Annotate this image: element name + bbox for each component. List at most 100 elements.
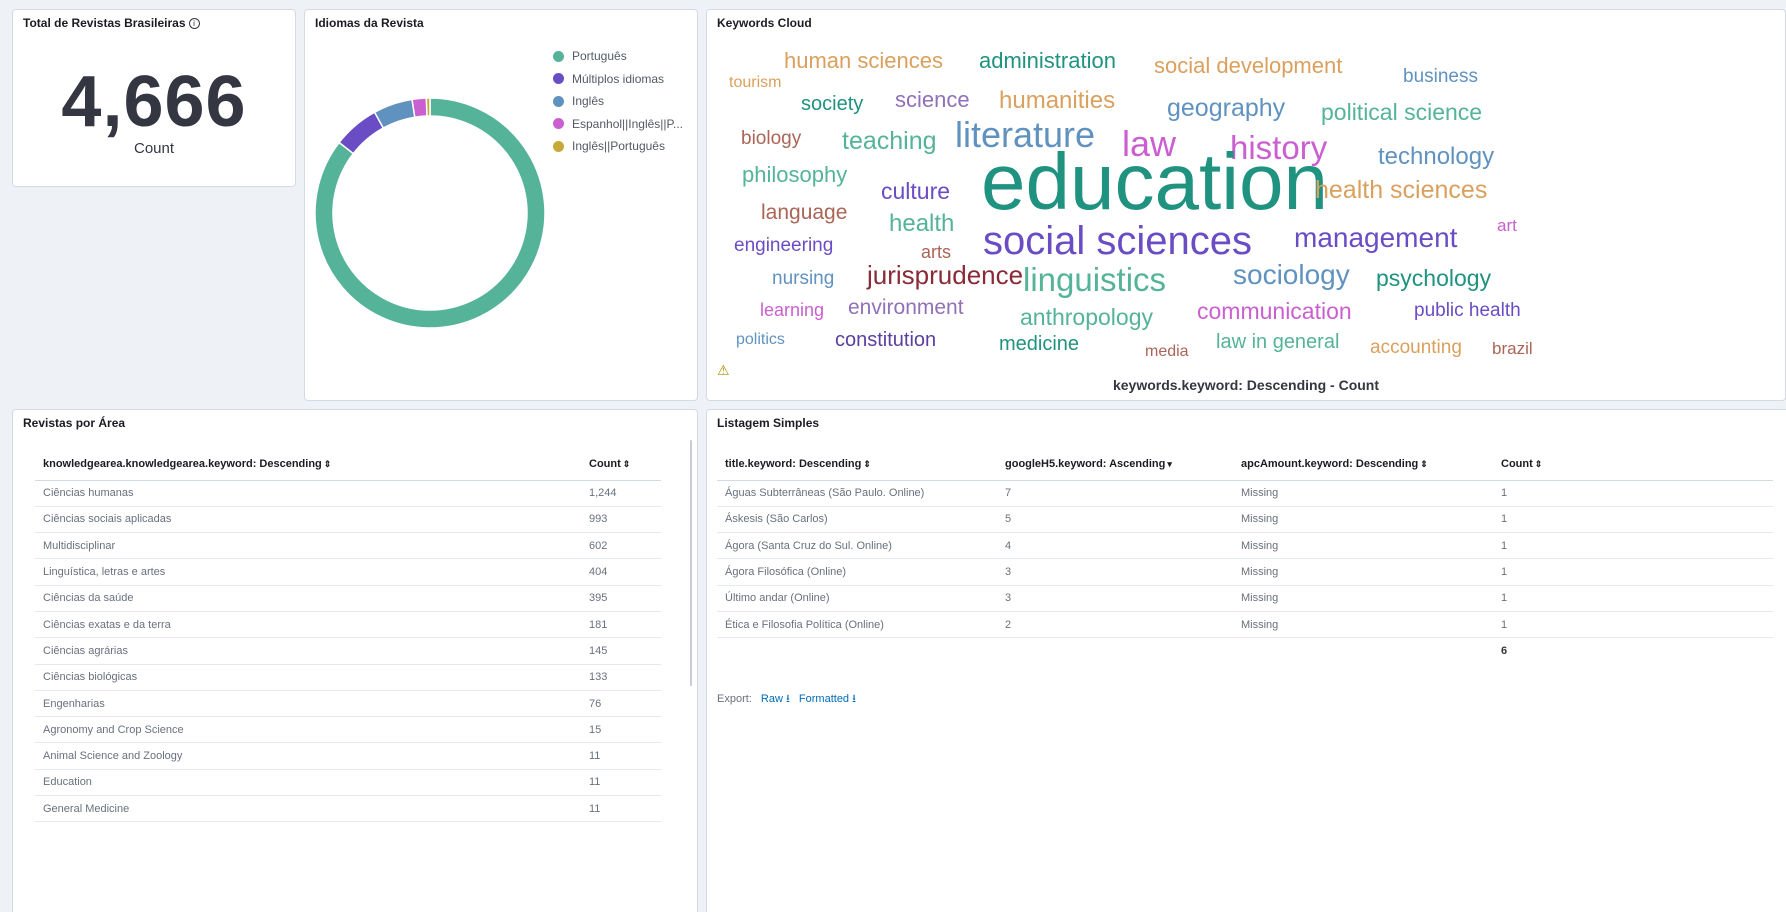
table-row[interactable]: Animal Science and Zoology 11 <box>35 742 661 770</box>
title-cell: Áskesis (São Carlos) <box>717 506 997 534</box>
table-row[interactable]: Linguística, letras e artes 404 <box>35 558 661 586</box>
cloud-word[interactable]: business <box>1403 66 1478 87</box>
area-name-cell: General Medicine <box>35 795 581 823</box>
column-header-count[interactable]: Count ⇕ <box>581 448 661 481</box>
cloud-word[interactable]: psychology <box>1376 265 1492 291</box>
cloud-word[interactable]: tourism <box>729 74 781 91</box>
cloud-word[interactable]: geography <box>1167 94 1286 122</box>
column-header-title[interactable]: title.keyword: Descending ⇕ <box>717 448 997 481</box>
cloud-word[interactable]: arts <box>921 242 951 262</box>
googleh5-cell: 5 <box>997 506 1233 534</box>
table-row[interactable]: Áskesis (São Carlos) 5 Missing 1 <box>717 506 1773 534</box>
column-header-count[interactable]: Count ⇕ <box>1493 448 1773 481</box>
info-circle-icon[interactable]: i <box>188 18 200 29</box>
sort-ascending-icon[interactable]: ▾ <box>1167 459 1172 469</box>
cloud-word[interactable]: art <box>1497 216 1517 235</box>
cloud-word[interactable]: environment <box>848 296 964 319</box>
table-row[interactable]: Último andar (Online) 3 Missing 1 <box>717 585 1773 612</box>
cloud-word[interactable]: jurisprudence <box>866 260 1023 290</box>
cloud-word[interactable]: science <box>895 87 970 112</box>
table-row[interactable]: Ética e Filosofia Política (Online) 2 Miss… <box>717 611 1773 639</box>
legend-item[interactable]: Espanhol||Inglês||P... <box>553 113 683 136</box>
table-row[interactable]: Multidisciplinar 602 <box>35 532 661 560</box>
cloud-word[interactable]: social sciences <box>983 219 1252 263</box>
count-cell: 395 <box>581 585 661 612</box>
table-row[interactable]: General Medicine 11 <box>35 795 661 823</box>
donut-slice-1[interactable] <box>338 111 385 155</box>
legend-item[interactable]: Múltiplos idiomas <box>553 68 683 91</box>
cloud-word[interactable]: politics <box>736 331 785 348</box>
table-row[interactable]: Ciências exatas e da terra 181 <box>35 611 661 639</box>
cloud-word[interactable]: culture <box>881 178 950 204</box>
column-header-label: googleH5.keyword: Ascending <box>1005 457 1166 470</box>
donut-slice-2[interactable] <box>373 98 416 130</box>
legend-item[interactable]: Inglês <box>553 90 683 113</box>
table-header-row: knowledgearea.knowledgearea.keyword: Des… <box>35 448 661 481</box>
sort-icon[interactable]: ⇕ <box>623 459 631 469</box>
table-row[interactable]: Ciências sociais aplicadas 993 <box>35 506 661 534</box>
cloud-word[interactable]: education <box>981 137 1328 226</box>
cloud-word[interactable]: brazil <box>1492 339 1533 358</box>
cloud-word[interactable]: teaching <box>842 127 937 155</box>
area-table-panel: Revistas por Área knowledgearea.knowledg… <box>12 409 698 912</box>
cloud-word[interactable]: biology <box>741 128 802 149</box>
cloud-word[interactable]: sociology <box>1233 259 1350 290</box>
table-row[interactable]: Agronomy and Crop Science 15 <box>35 716 661 744</box>
export-raw-link[interactable]: Raw ⭳ <box>761 693 790 705</box>
cloud-word[interactable]: medicine <box>999 333 1079 355</box>
cloud-word[interactable]: nursing <box>772 268 834 289</box>
sort-icon[interactable]: ⇕ <box>863 459 871 469</box>
cloud-word[interactable]: media <box>1145 343 1189 360</box>
table-row[interactable]: Ciências humanas 1,244 <box>35 480 661 507</box>
table-row[interactable]: Águas Subterrâneas (São Paulo. Online) 7 M… <box>717 480 1773 507</box>
column-header-knowledgearea[interactable]: knowledgearea.knowledgearea.keyword: Des… <box>35 448 581 481</box>
legend-item[interactable]: Inglês||Português <box>553 135 683 158</box>
cloud-word[interactable]: administration <box>979 48 1116 73</box>
export-formatted-link[interactable]: Formatted ⭳ <box>799 693 856 705</box>
table-row[interactable]: Ciências biológicas 133 <box>35 664 661 691</box>
legend-label: Múltiplos idiomas <box>572 71 665 86</box>
column-header-label: Count <box>1501 457 1533 470</box>
column-header-apcamount[interactable]: apcAmount.keyword: Descending ⇕ <box>1233 448 1493 481</box>
cloud-word[interactable]: management <box>1294 222 1458 253</box>
cloud-word[interactable]: law in general <box>1216 331 1339 353</box>
cloud-word[interactable]: humanities <box>999 87 1115 114</box>
cloud-word[interactable]: linguistics <box>1023 261 1166 298</box>
sort-icon[interactable]: ⇕ <box>324 459 332 469</box>
cloud-word[interactable]: learning <box>760 300 824 320</box>
apcamount-cell: Missing <box>1233 558 1493 586</box>
list-panel-title: Listagem Simples <box>717 416 820 430</box>
table-row[interactable]: Ciências agrárias 145 <box>35 637 661 665</box>
area-panel-title: Revistas por Área <box>23 416 126 430</box>
table-row[interactable]: Ciências da saúde 395 <box>35 585 661 612</box>
legend-item[interactable]: Português <box>553 45 683 68</box>
donut-slice-4[interactable] <box>425 97 431 117</box>
area-name-cell: Agronomy and Crop Science <box>35 716 581 744</box>
count-cell: 11 <box>581 742 661 770</box>
cloud-word[interactable]: communication <box>1197 298 1352 324</box>
sort-icon[interactable]: ⇕ <box>1420 459 1428 469</box>
cloud-word[interactable]: social development <box>1154 53 1342 78</box>
cloud-word[interactable]: public health <box>1414 300 1521 321</box>
donut-slice-3[interactable] <box>411 97 428 119</box>
cloud-word[interactable]: society <box>801 93 863 115</box>
table-row[interactable]: Ágora Filosófica (Online) 3 Missing 1 <box>717 558 1773 586</box>
cloud-word[interactable]: constitution <box>835 329 936 351</box>
cloud-word[interactable]: political science <box>1321 99 1482 125</box>
cloud-word[interactable]: philosophy <box>742 162 847 187</box>
cloud-word[interactable]: accounting <box>1370 337 1462 358</box>
cloud-word[interactable]: health sciences <box>1315 176 1487 204</box>
table-row[interactable]: Engenharias 76 <box>35 690 661 718</box>
cloud-word[interactable]: anthropology <box>1020 304 1153 330</box>
vertical-scrollbar[interactable] <box>690 440 692 686</box>
table-row[interactable]: Education 11 <box>35 769 661 797</box>
cloud-word[interactable]: health <box>889 210 954 237</box>
cloud-word[interactable]: language <box>761 201 847 224</box>
cloud-word[interactable]: human sciences <box>784 48 943 73</box>
column-header-googleh5[interactable]: googleH5.keyword: Ascending ▾ <box>997 448 1233 481</box>
area-name-cell: Animal Science and Zoology <box>35 742 581 770</box>
sort-icon[interactable]: ⇕ <box>1535 459 1543 469</box>
table-row[interactable]: Ágora (Santa Cruz do Sul. Online) 4 Missin… <box>717 532 1773 560</box>
cloud-word[interactable]: technology <box>1378 143 1494 170</box>
cloud-word[interactable]: engineering <box>734 235 833 256</box>
